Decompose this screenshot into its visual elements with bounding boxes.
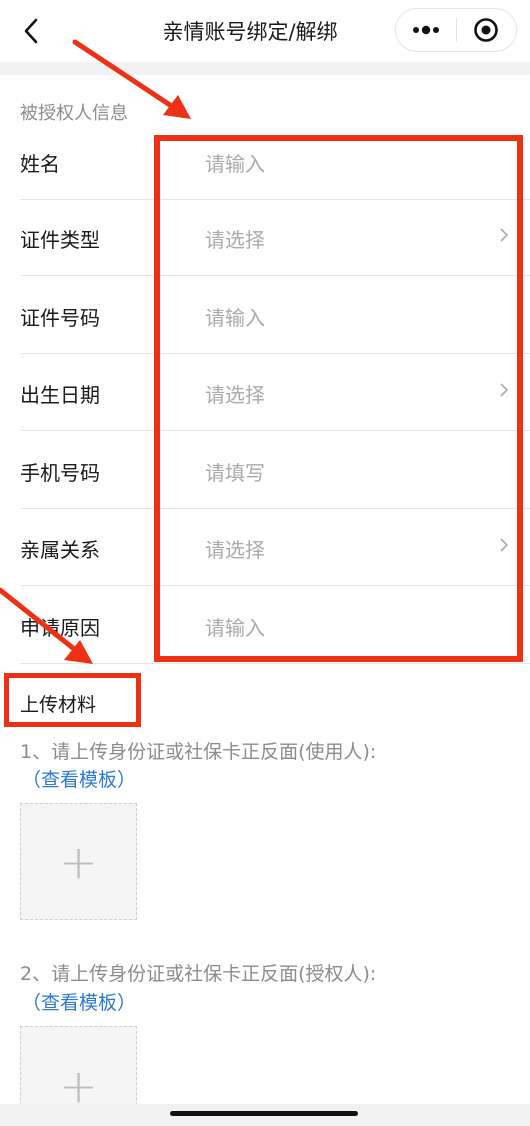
home-indicator[interactable] [170, 1111, 358, 1116]
annotation-arrow-top [72, 39, 191, 119]
annotation-arrow-left [0, 587, 93, 664]
annotation-arrows [0, 39, 191, 664]
